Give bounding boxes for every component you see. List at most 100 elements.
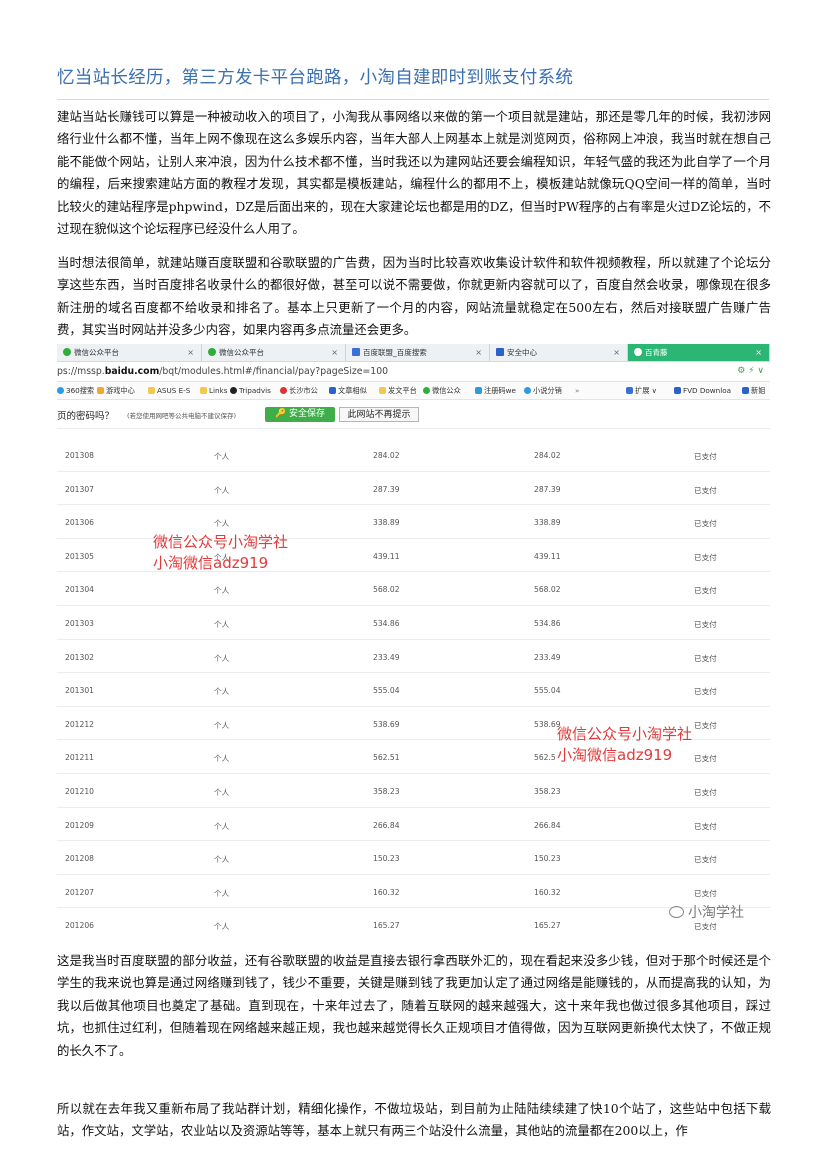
password-note: (若您使用网吧等公共电脑不建议保存)	[127, 412, 237, 420]
amount-cell: 233.49	[373, 652, 400, 662]
period-cell: 201306	[65, 518, 94, 528]
close-icon[interactable]: ×	[755, 344, 762, 361]
bookmark-item[interactable]: 长沙市公	[280, 382, 318, 399]
period-cell: 201305	[65, 551, 94, 561]
type-cell: 个人	[214, 754, 230, 764]
amount-cell: 165.27	[373, 921, 400, 931]
browser-tab-bar: 微信公众平台 × 微信公众平台 × 百度联盟_百度搜索 × 安全中心 × 百青藤…	[57, 344, 770, 362]
type-cell: 个人	[214, 485, 230, 495]
close-icon[interactable]: ×	[187, 344, 194, 361]
browser-tab[interactable]: 安全中心 ×	[490, 344, 628, 361]
period-cell: 201207	[65, 887, 94, 897]
paid-cell: 287.39	[534, 484, 561, 494]
period-cell: 201308	[65, 451, 94, 460]
bookmark-item[interactable]: 游戏中心	[97, 382, 135, 399]
paid-cell: 338.89	[534, 518, 561, 528]
type-cell: 个人	[214, 821, 230, 831]
bookmark-item[interactable]: ASUS E-S	[148, 382, 190, 399]
bookmark-item[interactable]: 360搜索	[57, 382, 94, 399]
bookmark-item[interactable]: FVD Downloa	[674, 382, 731, 399]
paragraph-3: 这是我当时百度联盟的部分收益，还有谷歌联盟的收益是直接去银行拿西联外汇的，现在看…	[57, 953, 771, 1058]
extensions-icon	[626, 387, 633, 394]
status-cell: 已支付	[694, 855, 717, 865]
paid-cell: 160.32	[534, 887, 561, 897]
address-bar-icons[interactable]: ⚙ ⚡ ∨	[737, 362, 764, 381]
status-cell: 已支付	[694, 519, 717, 529]
table-row: 201210 个人 358.23 358.23 已支付	[57, 774, 770, 808]
type-cell: 个人	[214, 720, 230, 730]
status-cell: 已支付	[694, 754, 717, 764]
bookmark-icon	[97, 387, 104, 394]
paid-cell: 284.02	[534, 451, 561, 460]
bookmark-item[interactable]: 微信公众	[423, 382, 461, 399]
period-cell: 201211	[65, 753, 94, 763]
type-cell: 个人	[214, 620, 230, 629]
period-cell: 201304	[65, 585, 94, 595]
url-text[interactable]: ps://mssp.baidu.com/bqt/modules.html#/fi…	[57, 362, 388, 381]
amount-cell: 287.39	[373, 484, 400, 494]
title-divider	[57, 99, 769, 100]
bookmark-item[interactable]: 注册码we	[475, 382, 516, 399]
paragraph-1: 建站当站长赚钱可以算是一种被动收入的项目了，小淘我从事网络以来做的第一个项目就是…	[57, 109, 771, 237]
paragraph-4: 所以就在去年我又重新布局了我站群计划，精细化操作，不做垃圾站，到目前为止陆陆续续…	[57, 1101, 771, 1139]
download-icon	[674, 387, 681, 394]
paid-cell: 358.23	[534, 787, 561, 796]
status-cell: 已支付	[694, 552, 717, 562]
paid-cell: 266.84	[534, 820, 561, 830]
watermark: 微信公众号小淘学社 小淘微信adz919	[153, 533, 289, 572]
wechat-icon	[208, 348, 216, 356]
baiqingteng-icon	[634, 348, 642, 356]
browser-tab[interactable]: 微信公众平台 ×	[57, 344, 202, 361]
earnings-screenshot: 微信公众平台 × 微信公众平台 × 百度联盟_百度搜索 × 安全中心 × 百青藤…	[57, 344, 770, 940]
bookmark-item[interactable]: Links	[200, 382, 227, 399]
status-cell: 已支付	[694, 485, 717, 495]
tripadvisor-icon	[230, 387, 237, 394]
bookmark-icon	[475, 387, 482, 394]
period-cell: 201302	[65, 652, 94, 662]
period-cell: 201307	[65, 484, 94, 494]
bookmark-item[interactable]: 新姐	[742, 382, 765, 399]
amount-cell: 150.23	[373, 854, 400, 864]
key-icon: 🔑	[274, 409, 287, 419]
type-cell: 个人	[214, 687, 230, 697]
close-icon[interactable]: ×	[613, 344, 620, 361]
browser-tab[interactable]: 百度联盟_百度搜索 ×	[346, 344, 490, 361]
bookmark-item[interactable]: 文章相似	[329, 382, 367, 399]
paragraph-2: 当时想法很简单，就建站赚百度联盟和谷歌联盟的广告费，因为当时比较喜欢收集设计软件…	[57, 255, 771, 338]
close-icon[interactable]: ×	[331, 344, 338, 361]
bookmark-item[interactable]: Tripadvis	[230, 382, 271, 399]
period-cell: 201212	[65, 719, 94, 729]
table-row: 201303 个人 534.86 534.86 已支付	[57, 606, 770, 640]
wechat-icon	[423, 387, 430, 394]
browser-tab-active[interactable]: 百青藤 ×	[628, 344, 770, 361]
table-row: 201307 个人 287.39 287.39 已支付	[57, 472, 770, 506]
password-prompt: 页的密码吗？	[57, 411, 115, 422]
brand-watermark: 小淘学社	[669, 902, 744, 922]
type-cell: 个人	[214, 922, 230, 932]
bookmark-icon	[329, 387, 336, 394]
status-cell: 已支付	[694, 620, 717, 629]
bookmark-icon	[742, 387, 749, 394]
type-cell: 个人	[214, 855, 230, 865]
amount-cell: 266.84	[373, 820, 400, 830]
paid-cell: 555.04	[534, 686, 561, 696]
amount-cell: 338.89	[373, 518, 400, 528]
bookmark-item[interactable]: 小说分销	[524, 382, 562, 399]
folder-icon	[148, 387, 155, 394]
browser-tab[interactable]: 微信公众平台 ×	[202, 344, 346, 361]
save-password-button[interactable]: 🔑 安全保存	[265, 407, 335, 422]
table-row: 201207 个人 160.32 160.32 已支付	[57, 875, 770, 909]
paid-cell: 534.86	[534, 619, 561, 628]
bookmarks-overflow-icon[interactable]: »	[575, 382, 579, 399]
never-prompt-button[interactable]: 此网站不再提示	[339, 407, 419, 422]
close-icon[interactable]: ×	[475, 344, 482, 361]
amount-cell: 568.02	[373, 585, 400, 595]
extensions-menu[interactable]: 扩展 ∨	[626, 382, 657, 399]
period-cell: 201210	[65, 787, 94, 796]
address-bar[interactable]: ps://mssp.baidu.com/bqt/modules.html#/fi…	[57, 362, 770, 382]
bookmark-item[interactable]: 发文平台	[379, 382, 417, 399]
bookmark-icon	[524, 387, 531, 394]
amount-cell: 534.86	[373, 619, 400, 628]
status-cell: 已支付	[694, 888, 717, 898]
table-row: 201302 个人 233.49 233.49 已支付	[57, 640, 770, 674]
